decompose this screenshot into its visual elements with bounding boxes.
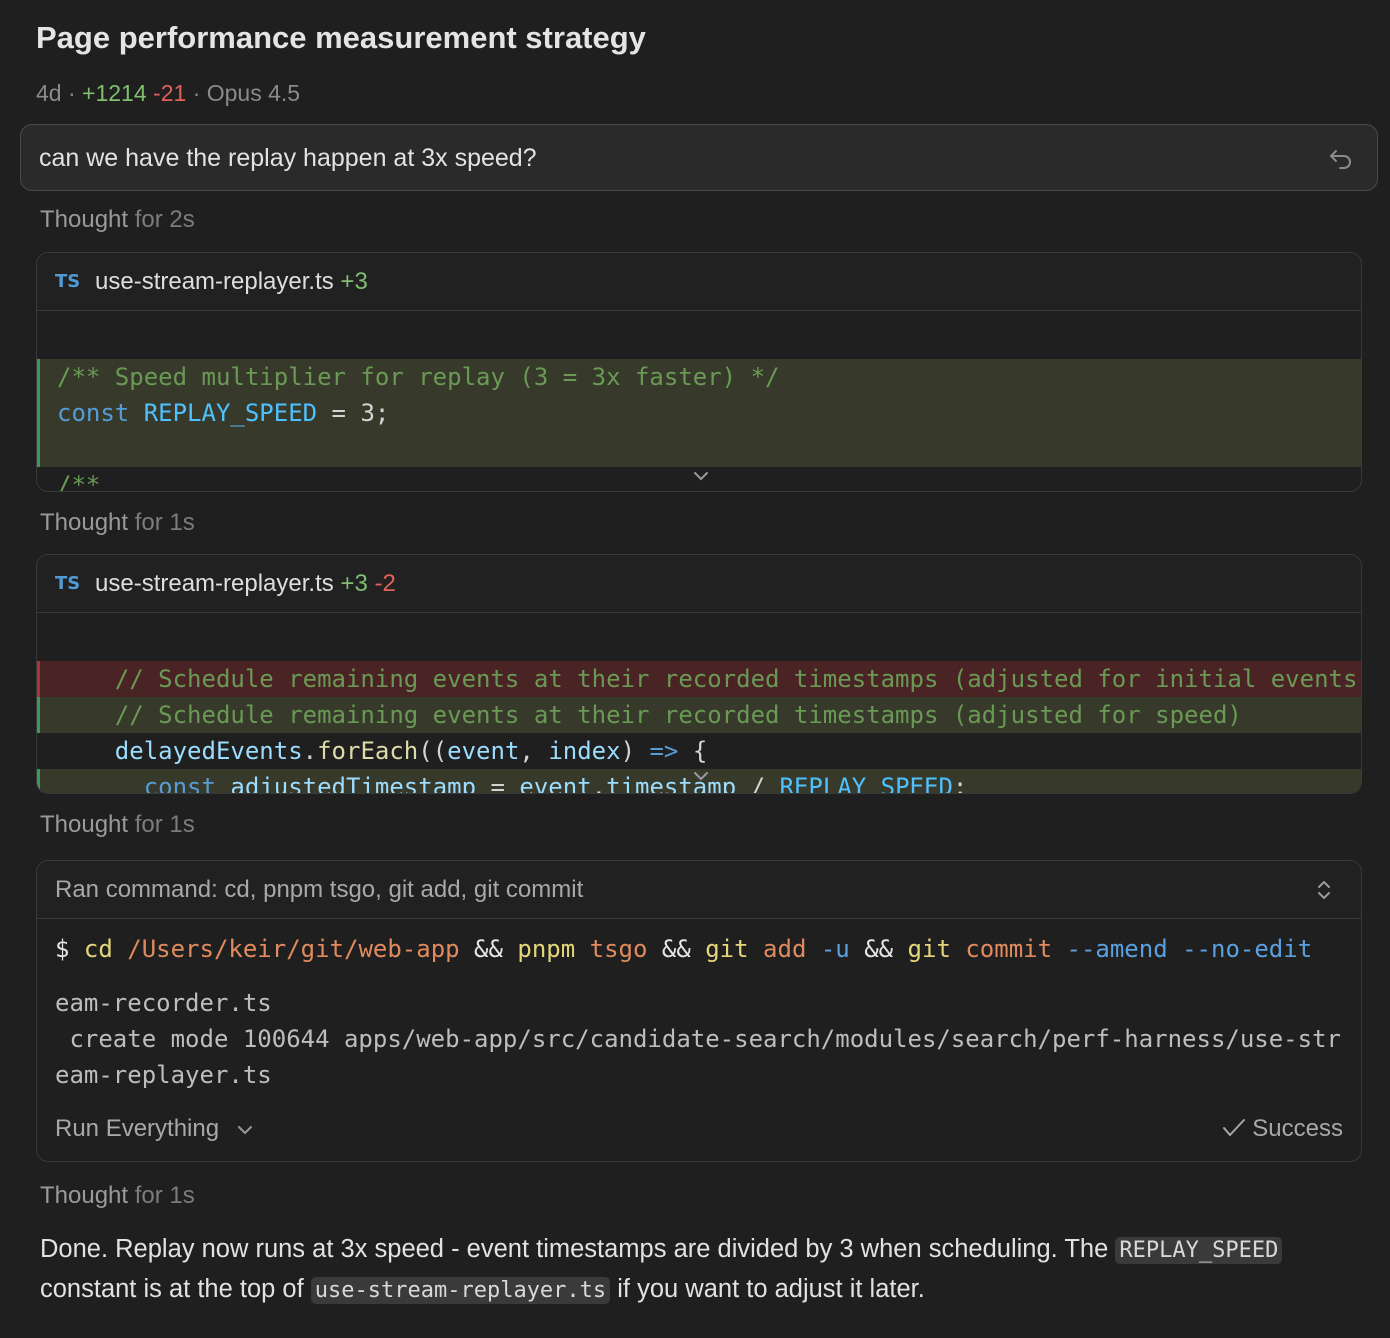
file-edit-header[interactable]: TS use-stream-replayer.ts +3 xyxy=(37,253,1361,311)
output-line: create mode 100644 apps/web-app/src/cand… xyxy=(55,1025,1341,1053)
additions-count: +1214 xyxy=(82,80,147,106)
assistant-message: Done. Replay now runs at 3x speed - even… xyxy=(40,1230,1355,1310)
thought-indicator[interactable]: Thought for 2s xyxy=(40,206,195,234)
checkmark-icon xyxy=(1222,1119,1245,1136)
inline-code: REPLAY_SPEED xyxy=(1115,1237,1283,1264)
status-text: Success xyxy=(1252,1115,1343,1142)
thought-duration: for 2s xyxy=(134,206,195,233)
command-card: Ran command: cd, pnpm tsgo, git add, git… xyxy=(36,860,1362,1162)
output-line: eam-recorder.ts xyxy=(55,989,272,1017)
thought-label: Thought xyxy=(40,811,129,838)
command-output: eam-recorder.ts create mode 100644 apps/… xyxy=(55,985,1341,1093)
file-name: use-stream-replayer.ts xyxy=(95,570,334,597)
thought-indicator[interactable]: Thought for 1s xyxy=(40,811,195,839)
command-text: cd /Users/keir/git/web-app && pnpm tsgo … xyxy=(83,935,1313,963)
output-line: eam-replayer.ts xyxy=(55,1061,272,1089)
file-additions: +3 xyxy=(340,570,368,597)
diff-line-added: const REPLAY_SPEED = 3; xyxy=(37,395,1361,431)
thought-duration: for 1s xyxy=(134,811,195,838)
diff-line-added: /** Speed multiplier for replay (3 = 3x … xyxy=(37,359,1361,395)
page-title: Page performance measurement strategy xyxy=(36,20,646,55)
file-edit-card: TS use-stream-replayer.ts +3 /** Speed m… xyxy=(36,252,1362,492)
diff-line-removed: // Schedule remaining events at their re… xyxy=(37,661,1361,697)
user-prompt-text: can we have the replay happen at 3x spee… xyxy=(39,144,537,172)
diff-line-added xyxy=(37,431,1361,467)
age-label: 4d xyxy=(36,80,62,106)
chevron-down-icon[interactable] xyxy=(691,469,711,483)
thought-duration: for 1s xyxy=(134,1182,195,1209)
file-edit-card: TS use-stream-replayer.ts +3 -2 // Sched… xyxy=(36,554,1362,794)
thought-label: Thought xyxy=(40,1182,129,1209)
thought-label: Thought xyxy=(40,509,129,536)
typescript-icon: TS xyxy=(55,573,81,594)
model-label: Opus 4.5 xyxy=(206,80,301,106)
user-prompt-bubble[interactable]: can we have the replay happen at 3x spee… xyxy=(20,124,1378,191)
diff-view: // Schedule remaining events at their re… xyxy=(37,613,1361,793)
diff-line-context: delayedEvents.forEach((event, index) => … xyxy=(114,737,708,765)
chevron-down-icon xyxy=(237,1126,252,1135)
thought-duration: for 1s xyxy=(134,509,195,536)
command-header[interactable]: Ran command: cd, pnpm tsgo, git add, git… xyxy=(37,861,1361,919)
undo-icon[interactable] xyxy=(1327,145,1355,173)
expand-collapse-icon[interactable] xyxy=(1315,879,1333,901)
thought-indicator[interactable]: Thought for 1s xyxy=(40,509,195,537)
run-mode-label: Run Everything xyxy=(55,1115,220,1142)
diff-line-added: // Schedule remaining events at their re… xyxy=(37,697,1361,733)
inline-code: use-stream-replayer.ts xyxy=(310,1277,611,1304)
run-mode-dropdown[interactable]: Run Everything xyxy=(55,1115,254,1143)
command-line: $ cd /Users/keir/git/web-app && pnpm tsg… xyxy=(55,935,1312,963)
file-deletions: -2 xyxy=(374,570,396,597)
chevron-down-icon[interactable] xyxy=(691,769,711,783)
diff-view: /** Speed multiplier for replay (3 = 3x … xyxy=(37,311,1361,491)
deletions-count: -21 xyxy=(153,80,187,106)
thought-indicator[interactable]: Thought for 1s xyxy=(40,1182,195,1210)
file-edit-header[interactable]: TS use-stream-replayer.ts +3 -2 xyxy=(37,555,1361,613)
conversation-meta: 4d · +1214 -21 · Opus 4.5 xyxy=(36,80,301,106)
thought-label: Thought xyxy=(40,206,129,233)
file-name: use-stream-replayer.ts xyxy=(95,268,334,295)
file-additions: +3 xyxy=(340,268,368,295)
prompt-symbol: $ xyxy=(55,935,70,963)
typescript-icon: TS xyxy=(55,271,81,292)
status-badge: Success xyxy=(1222,1115,1343,1143)
command-summary: Ran command: cd, pnpm tsgo, git add, git… xyxy=(55,876,584,903)
